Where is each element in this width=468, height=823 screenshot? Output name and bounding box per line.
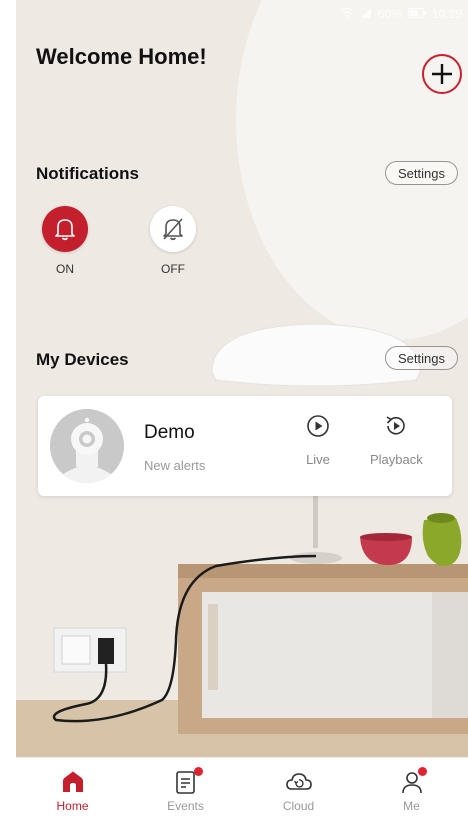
- tab-events[interactable]: Events: [146, 766, 226, 813]
- plus-icon: [432, 64, 452, 84]
- tab-me[interactable]: Me: [372, 766, 452, 813]
- page-title: Welcome Home!: [36, 44, 207, 69]
- notifications-on-label: ON: [56, 262, 74, 276]
- play-icon: [307, 415, 329, 437]
- camera-icon: [50, 409, 124, 483]
- home-icon: [62, 771, 83, 792]
- notifications-on-toggle[interactable]: ON: [40, 206, 90, 276]
- device-status: New alerts: [144, 458, 206, 473]
- devices-settings-button[interactable]: Settings: [385, 346, 458, 370]
- live-label: Live: [306, 452, 330, 467]
- events-badge: [193, 766, 203, 776]
- tab-home-label: Home: [56, 798, 89, 813]
- tab-me-label: Me: [403, 798, 420, 813]
- tab-events-label: Events: [167, 798, 204, 813]
- notifications-on-button[interactable]: [42, 206, 88, 252]
- app-screen: 60% 10:29 Welcome Home! Notifications Se…: [16, 0, 468, 823]
- live-button[interactable]: Live: [306, 414, 330, 467]
- notifications-settings-button[interactable]: Settings: [385, 161, 458, 185]
- playback-button[interactable]: Playback: [370, 414, 423, 467]
- status-bar: 60% 10:29: [16, 0, 468, 28]
- signal-icon: [360, 7, 372, 22]
- replay-icon: [386, 416, 406, 435]
- add-device-button[interactable]: [422, 54, 462, 94]
- bell-icon: [55, 219, 75, 241]
- battery-level: 60%: [377, 7, 402, 21]
- cloud-icon: [285, 772, 312, 790]
- me-badge: [417, 766, 427, 776]
- clock: 10:29: [431, 7, 462, 21]
- bell-off-icon: [163, 218, 183, 241]
- notifications-off-label: OFF: [161, 262, 185, 276]
- bottom-tab-bar: Home Events Cloud Me: [16, 757, 468, 823]
- device-card[interactable]: Demo New alerts Live Playback: [38, 396, 452, 496]
- left-margin: [0, 0, 16, 823]
- notifications-title: Notifications: [36, 164, 139, 183]
- tab-cloud[interactable]: Cloud: [259, 769, 339, 813]
- playback-label: Playback: [370, 452, 423, 467]
- battery-icon: [407, 7, 426, 21]
- tab-cloud-label: Cloud: [282, 798, 315, 813]
- notifications-off-toggle[interactable]: OFF: [148, 206, 198, 276]
- camera-avatar: [50, 409, 124, 483]
- my-devices-title: My Devices: [36, 350, 129, 369]
- device-name: Demo: [144, 422, 195, 443]
- notifications-off-button[interactable]: [150, 206, 196, 252]
- tab-home[interactable]: Home: [33, 769, 113, 813]
- wifi-icon: [340, 7, 354, 22]
